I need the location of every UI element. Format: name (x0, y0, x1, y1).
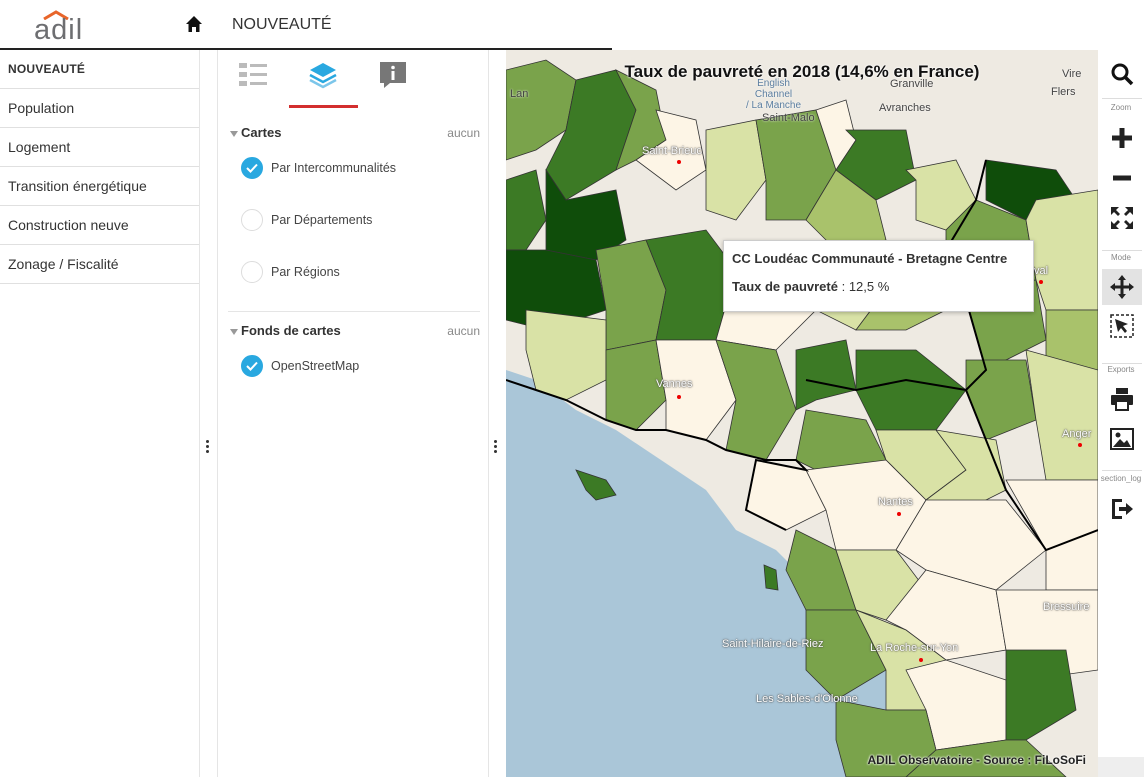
active-tab-indicator (289, 105, 358, 108)
zoom-in-icon[interactable] (1102, 120, 1142, 156)
pan-mode-icon[interactable] (1102, 269, 1142, 305)
zoom-out-icon[interactable] (1102, 160, 1142, 196)
app-header: adil NOUVEAUTÉ (0, 0, 1144, 50)
adil-logo[interactable]: adil (34, 10, 94, 46)
map-view[interactable]: Taux de pauvreté en 2018 (14,6% en Franc… (506, 50, 1098, 777)
info-tab-icon[interactable] (378, 60, 408, 90)
collapse-triangle-icon (230, 130, 238, 137)
tooltip-separator: : (837, 279, 849, 294)
option-openstreetmap[interactable]: OpenStreetMap (241, 354, 359, 378)
choropleth-map[interactable] (506, 50, 1098, 777)
city-marker (1039, 280, 1043, 284)
search-icon[interactable] (1102, 56, 1142, 92)
checkmark-icon[interactable] (241, 355, 263, 377)
map-source-attribution: ADIL Observatoire - Source : FiLoSoFi (867, 753, 1086, 767)
sidebar-item-label: Zonage / Fiscalité (8, 256, 119, 272)
image-export-icon[interactable] (1102, 421, 1142, 457)
sidebar-item-label: Transition énergétique (8, 178, 147, 194)
sidebar-item-transition-energetique[interactable]: Transition énergétique (0, 167, 199, 206)
map-tooltip: CC Loudéac Communauté - Bretagne Centre … (723, 240, 1034, 312)
toolbar-divider (1102, 470, 1142, 471)
toolbar-divider (1102, 98, 1142, 99)
toolbar-divider (1102, 250, 1142, 251)
section-divider (228, 311, 480, 312)
map-label-saint-hilaire: Saint-Hilaire-de-Riez (722, 638, 824, 650)
page-title: NOUVEAUTÉ (232, 16, 332, 33)
sidebar-item-nouveaute[interactable]: NOUVEAUTÉ (0, 50, 199, 89)
option-label: Par Intercommunalités (271, 161, 397, 175)
tooltip-value-line: Taux de pauvreté : 12,5 % (732, 279, 1025, 294)
map-label-nantes: Nantes (878, 496, 913, 508)
logo-text: adil (34, 14, 84, 46)
toolbar-divider (1102, 363, 1142, 364)
sidebar-item-zonage-fiscalite[interactable]: Zonage / Fiscalité (0, 245, 199, 284)
legend-tab-icon[interactable] (238, 60, 268, 90)
cartes-section-header[interactable]: Cartes (230, 125, 281, 140)
tooltip-key: Taux de pauvreté (732, 279, 838, 294)
city-marker (677, 160, 681, 164)
sidebar-item-logement[interactable]: Logement (0, 128, 199, 167)
map-label-angers: Anger (1062, 428, 1092, 440)
option-par-departements[interactable]: Par Départements (241, 208, 372, 232)
map-label-la-roche-sur-yon: La Roche-sur-Yon (870, 642, 959, 654)
option-par-regions[interactable]: Par Régions (241, 260, 340, 284)
sidebar-nav: NOUVEAUTÉ Population Logement Transition… (0, 50, 200, 777)
radio-unchecked-icon[interactable] (241, 261, 263, 283)
city-marker (1078, 443, 1082, 447)
map-label-les-sables: Les Sables-d'Olonne (756, 693, 858, 705)
map-label-channel: English Channel / La Manche (746, 78, 802, 111)
tooltip-value: 12,5 % (848, 279, 890, 294)
print-icon[interactable] (1102, 381, 1142, 417)
map-label-vire: Vire (1062, 68, 1082, 80)
home-icon[interactable] (185, 15, 203, 33)
exports-section-label: Exports (1107, 365, 1135, 374)
sidebar-item-population[interactable]: Population (0, 89, 199, 128)
map-label-saint-malo: Saint-Malo (762, 112, 815, 124)
panel-resize-handle[interactable] (494, 440, 498, 456)
sidebar-item-label: Population (8, 100, 75, 116)
city-marker (677, 395, 681, 399)
tooltip-title: CC Loudéac Communauté - Bretagne Centre (732, 251, 1008, 266)
cartes-none-link[interactable]: aucun (447, 126, 480, 140)
fonds-none-link[interactable]: aucun (447, 324, 480, 338)
layer-panel: Cartes aucun Par Intercommunalités Par D… (217, 50, 489, 777)
mode-section-label: Mode (1110, 253, 1131, 262)
sidebar-resize-handle[interactable] (206, 440, 210, 456)
sidebar-item-label: NOUVEAUTÉ (8, 62, 86, 76)
map-title: Taux de pauvreté en 2018 (14,6% en Franc… (624, 62, 980, 81)
checkmark-icon[interactable] (241, 157, 263, 179)
map-label-avranches: Avranches (879, 102, 931, 114)
sidebar-item-label: Construction neuve (8, 217, 129, 233)
sidebar-item-construction-neuve[interactable]: Construction neuve (0, 206, 199, 245)
option-par-intercommunalites[interactable]: Par Intercommunalités (241, 156, 396, 180)
map-label-laval: val (1034, 265, 1049, 277)
radio-unchecked-icon[interactable] (241, 209, 263, 231)
map-label-vannes: Vannes (656, 378, 693, 390)
logout-icon[interactable] (1102, 491, 1142, 527)
map-toolbar: Zoom Mode Exports section_log (1098, 50, 1144, 777)
option-label: OpenStreetMap (271, 359, 360, 373)
map-label-lannion: Lan (510, 88, 529, 100)
option-label: Par Départements (271, 213, 373, 227)
map-label-saint-brieuc: Saint-Brieuc (642, 145, 702, 157)
map-label-granville: Granville (890, 78, 934, 90)
layers-tab-icon[interactable] (308, 60, 338, 90)
collapse-triangle-icon (230, 328, 238, 335)
scroll-corner (1098, 757, 1144, 777)
fullscreen-icon[interactable] (1102, 200, 1142, 236)
section-title: Cartes (241, 125, 282, 140)
option-label: Par Régions (271, 265, 340, 279)
session-section-label: section_log (1100, 474, 1142, 483)
city-marker (919, 658, 923, 662)
section-title: Fonds de cartes (241, 323, 341, 338)
fonds-section-header[interactable]: Fonds de cartes (230, 323, 341, 338)
map-label-flers: Flers (1051, 86, 1076, 98)
city-marker (897, 512, 901, 516)
select-mode-icon[interactable] (1102, 308, 1142, 344)
map-label-bressuire: Bressuire (1043, 601, 1090, 613)
sidebar-item-label: Logement (8, 139, 71, 155)
zoom-section-label: Zoom (1110, 103, 1132, 112)
